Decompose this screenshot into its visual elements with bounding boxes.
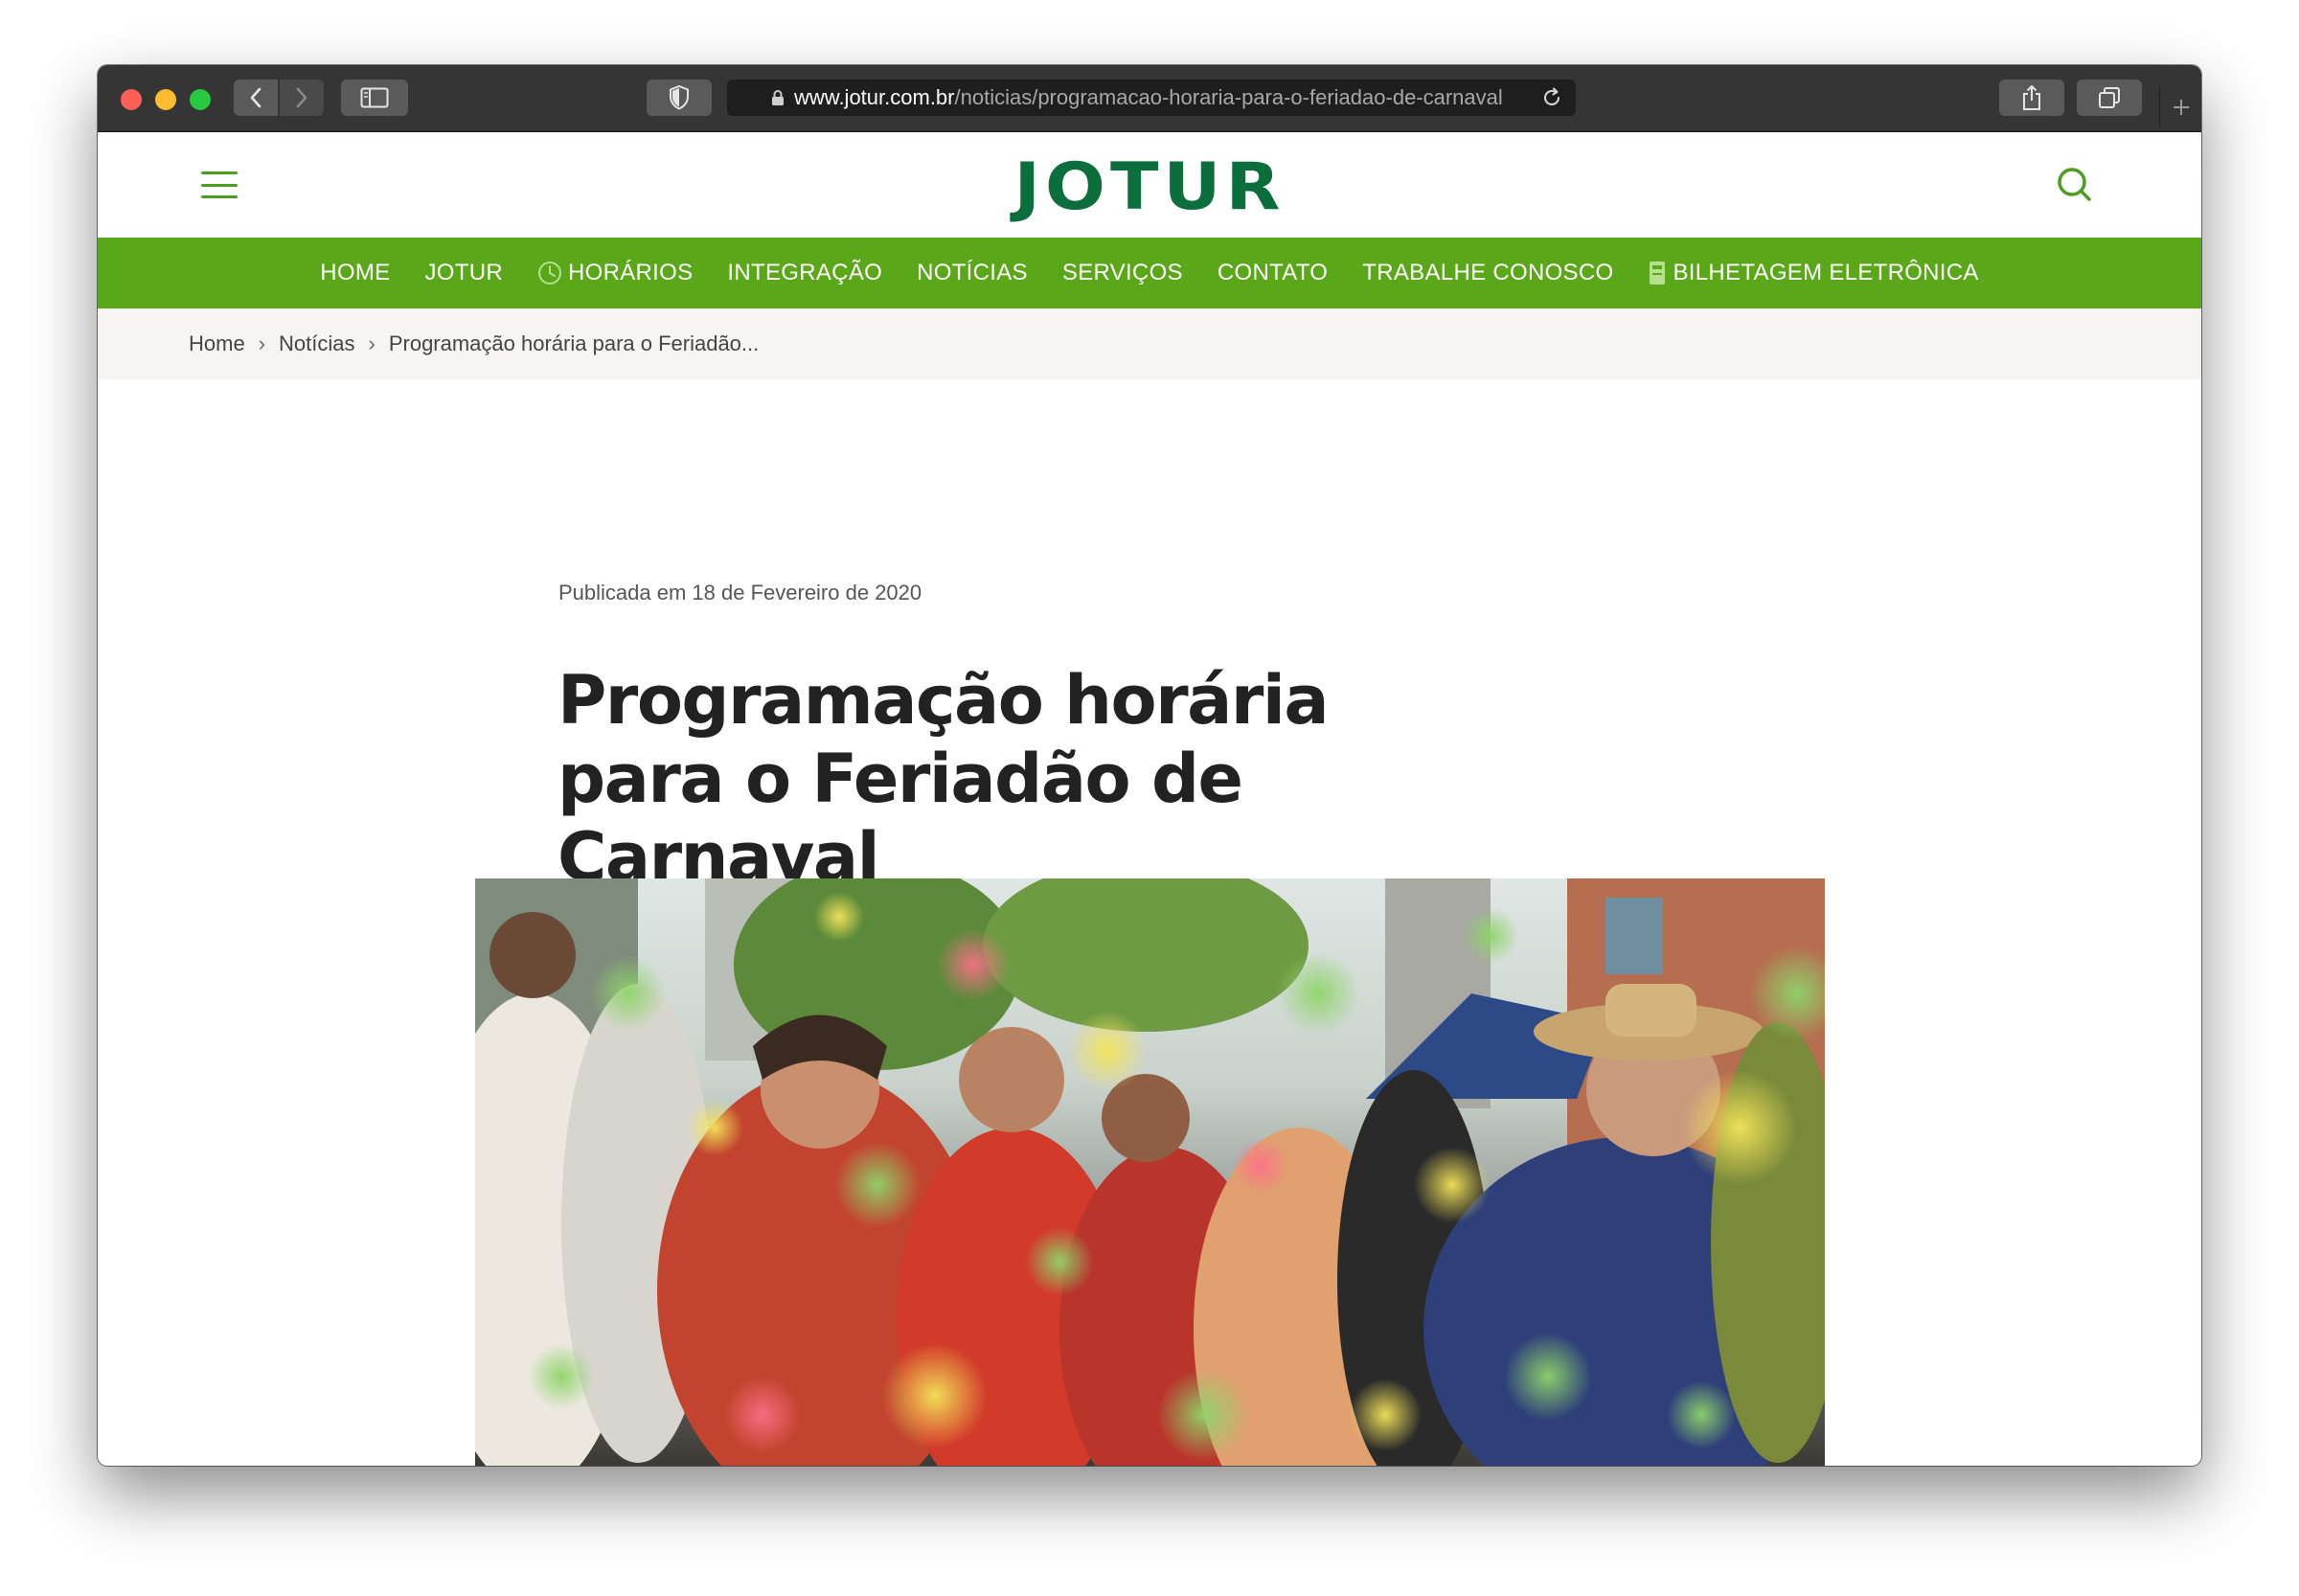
close-window-button[interactable] xyxy=(121,89,142,110)
privacy-report-button[interactable] xyxy=(647,80,712,116)
show-tabs-button[interactable] xyxy=(2077,80,2142,116)
site-header: JOTUR xyxy=(98,133,2201,238)
chevron-left-icon xyxy=(250,87,262,108)
breadcrumb-section-link[interactable]: Notícias xyxy=(279,331,354,356)
shield-icon xyxy=(670,85,689,110)
chevron-right-icon xyxy=(296,87,307,108)
nav-item-servicos[interactable]: SERVIÇOS xyxy=(1045,260,1200,286)
new-tab-button[interactable] xyxy=(2159,86,2201,128)
sidebar-toggle-button[interactable] xyxy=(341,80,408,116)
sidebar-icon xyxy=(360,87,389,108)
lock-icon xyxy=(771,89,785,106)
address-bar[interactable]: www.jotur.com.br/noticias/programacao-ho… xyxy=(727,80,1576,116)
nav-item-label: HORÁRIOS xyxy=(567,260,694,285)
nav-item-label: INTEGRAÇÃO xyxy=(727,260,883,285)
minimize-window-button[interactable] xyxy=(155,89,176,110)
clock-icon xyxy=(537,262,561,285)
nav-item-noticias[interactable]: NOTÍCIAS xyxy=(899,260,1045,286)
nav-item-horarios[interactable]: HORÁRIOS xyxy=(520,260,710,286)
breadcrumb-home-link[interactable]: Home xyxy=(189,331,245,356)
plus-icon xyxy=(2173,100,2189,115)
breadcrumb-current: Programação horária para o Feriadão... xyxy=(388,331,760,355)
share-button[interactable] xyxy=(1999,80,2064,116)
breadcrumb-separator-icon: › xyxy=(258,331,266,355)
nav-item-jotur[interactable]: JOTUR xyxy=(407,260,520,286)
zoom-window-button[interactable] xyxy=(190,89,211,110)
reload-icon[interactable] xyxy=(1541,87,1562,114)
url-host: www.jotur.com.br xyxy=(794,85,955,109)
nav-item-contato[interactable]: CONTATO xyxy=(1200,260,1345,286)
share-icon xyxy=(2023,85,2040,110)
article-title: Programação horária para o Feriadão de C… xyxy=(558,661,1330,897)
nav-item-home[interactable]: HOME xyxy=(303,260,407,286)
nav-item-trabalhe-conosco[interactable]: TRABALHE CONOSCO xyxy=(1345,260,1630,286)
search-icon[interactable] xyxy=(2056,166,2094,209)
nav-item-label: JOTUR xyxy=(424,260,503,285)
breadcrumb-separator-icon: › xyxy=(368,331,376,355)
card-icon xyxy=(1650,262,1666,285)
nav-item-label: SERVIÇOS xyxy=(1061,260,1183,285)
main-navigation: HOME JOTUR HORÁRIOS INTEGRAÇÃO NOTÍCIAS … xyxy=(98,238,2201,308)
browser-toolbar: www.jotur.com.br/noticias/programacao-ho… xyxy=(98,65,2201,132)
forward-button[interactable] xyxy=(280,80,324,116)
nav-item-label: NOTÍCIAS xyxy=(917,260,1028,285)
nav-item-bilhetagem[interactable]: BILHETAGEM ELETRÔNICA xyxy=(1630,260,1995,286)
breadcrumb: Home › Notícias › Programação horária pa… xyxy=(98,308,2201,379)
nav-item-label: HOME xyxy=(320,260,391,285)
browser-window: www.jotur.com.br/noticias/programacao-ho… xyxy=(98,65,2201,1466)
site-logo[interactable]: JOTUR xyxy=(98,151,2201,222)
article-hero-image xyxy=(475,878,1825,1466)
nav-item-integracao[interactable]: INTEGRAÇÃO xyxy=(710,260,899,286)
url-path: /noticias/programacao-horaria-para-o-fer… xyxy=(954,85,1503,109)
nav-item-label: TRABALHE CONOSCO xyxy=(1362,260,1614,285)
publication-date: Publicada em 18 de Fevereiro de 2020 xyxy=(558,581,922,604)
tabs-overview-icon xyxy=(2099,87,2120,108)
back-button[interactable] xyxy=(234,80,278,116)
nav-item-label: BILHETAGEM ELETRÔNICA xyxy=(1673,260,1979,285)
nav-item-label: CONTATO xyxy=(1217,260,1329,285)
